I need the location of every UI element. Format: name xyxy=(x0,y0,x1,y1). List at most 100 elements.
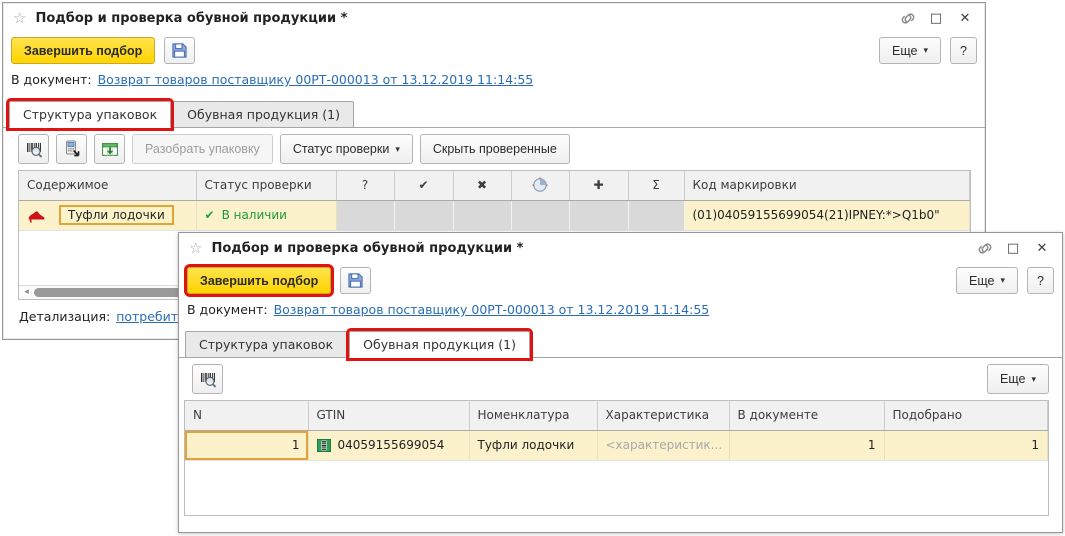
column-header-in-document[interactable]: В документе xyxy=(729,401,884,430)
red-shoe-icon xyxy=(27,208,46,223)
detail-label: Детализация: xyxy=(19,309,110,324)
scan-barcode-button[interactable] xyxy=(18,134,49,164)
marking-code-cell[interactable]: (01)04059155699054(21)IPNEY:*>Q1b0" xyxy=(684,200,970,230)
content-cell[interactable]: Туфли лодочки xyxy=(19,200,196,230)
chevron-down-icon: ▾ xyxy=(1031,374,1036,385)
column-header-nomenclature[interactable]: Номенклатура xyxy=(469,401,597,430)
scroll-left-icon[interactable]: ◂ xyxy=(19,288,34,297)
header-row: N GTIN Номенклатура Характеристика В док… xyxy=(185,401,1048,430)
more-button-label: Еще xyxy=(1000,372,1025,386)
finish-selection-button[interactable]: Завершить подбор xyxy=(187,267,331,294)
titlebar: ☆ Подбор и проверка обувной продукции * … xyxy=(3,3,985,33)
save-button[interactable] xyxy=(164,37,195,64)
get-link-icon[interactable] xyxy=(976,241,994,256)
tab-packing-structure[interactable]: Структура упаковок xyxy=(9,101,171,128)
help-button[interactable]: ? xyxy=(1027,267,1054,294)
empty-cell[interactable] xyxy=(336,200,394,230)
status-cell[interactable]: ✔ В наличии xyxy=(196,200,336,230)
tab-footwear-products[interactable]: Обувная продукция (1) xyxy=(349,331,530,358)
window-title: Подбор и проверка обувной продукции * xyxy=(211,241,523,256)
titlebar: ☆ Подбор и проверка обувной продукции * … xyxy=(179,233,1062,263)
column-header-characteristic[interactable]: Характеристика xyxy=(597,401,729,430)
check-icon: ✔ xyxy=(205,208,215,222)
command-bar: Завершить подбор Еще ▾ ? xyxy=(179,263,1062,300)
check-status-button[interactable]: Статус проверки ▾ xyxy=(280,134,413,164)
column-header-plus-icon[interactable]: ✚ xyxy=(569,171,628,200)
table-toolbar: Разобрать упаковку Статус проверки ▾ Скр… xyxy=(18,134,971,164)
characteristic-cell[interactable]: <характеристик... xyxy=(597,430,729,460)
table-row[interactable]: Туфли лодочки ✔ В наличии xyxy=(19,200,970,230)
check-status-label: Статус проверки xyxy=(293,142,390,156)
maximize-button[interactable]: □ xyxy=(1003,242,1023,255)
document-label: В документ: xyxy=(187,302,268,317)
empty-cell[interactable] xyxy=(453,200,511,230)
favorite-star-icon[interactable]: ☆ xyxy=(13,11,26,26)
column-header-gtin[interactable]: GTIN xyxy=(308,401,469,430)
header-row: Содержимое Статус проверки ? ✔ ✖ xyxy=(19,171,970,200)
document-link[interactable]: Возврат товаров поставщику 00РТ-000013 о… xyxy=(98,72,534,87)
column-header-cross-icon[interactable]: ✖ xyxy=(453,171,511,200)
document-row: В документ: Возврат товаров поставщику 0… xyxy=(3,70,985,91)
in-document-cell[interactable]: 1 xyxy=(729,430,884,460)
column-header-content[interactable]: Содержимое xyxy=(19,171,196,200)
barcode-scan-icon xyxy=(25,140,43,158)
column-header-n[interactable]: N xyxy=(185,401,308,430)
row-number-cell[interactable]: 1 xyxy=(185,430,308,460)
column-header-check-icon[interactable]: ✔ xyxy=(394,171,453,200)
barcode-scan-icon xyxy=(199,370,217,388)
column-header-picked[interactable]: Подобрано xyxy=(884,401,1048,430)
clock-pie-icon xyxy=(532,177,548,193)
empty-cell[interactable] xyxy=(569,200,628,230)
empty-cell[interactable] xyxy=(628,200,684,230)
more-button[interactable]: Еще ▾ xyxy=(956,267,1018,294)
empty-cell[interactable] xyxy=(394,200,453,230)
tab-footwear-products[interactable]: Обувная продукция (1) xyxy=(173,101,354,128)
load-into-table-button[interactable] xyxy=(94,134,125,164)
empty-cell[interactable] xyxy=(511,200,569,230)
hide-checked-button[interactable]: Скрыть проверенные xyxy=(420,134,570,164)
save-button[interactable] xyxy=(340,267,371,294)
tab-bar: Структура упаковок Обувная продукция (1) xyxy=(3,101,985,127)
column-header-marking-code[interactable]: Код маркировки xyxy=(684,171,970,200)
tab-panel-footwear-products: Еще ▾ N GTIN Номенклатура Хар xyxy=(179,357,1062,516)
more-button-label: Еще xyxy=(969,274,994,288)
column-header-status[interactable]: Статус проверки xyxy=(196,171,336,200)
finish-selection-button[interactable]: Завершить подбор xyxy=(11,37,155,64)
tab-packing-structure[interactable]: Структура упаковок xyxy=(185,331,347,358)
close-button[interactable]: ✕ xyxy=(1032,242,1052,255)
table-row[interactable]: 1 xyxy=(185,430,1048,460)
more-button-label: Еще xyxy=(892,44,917,58)
close-button[interactable]: ✕ xyxy=(955,12,975,25)
column-header-unknown[interactable]: ? xyxy=(336,171,394,200)
gtin-barcode-icon xyxy=(317,439,331,452)
document-label: В документ: xyxy=(11,72,92,87)
picked-cell[interactable]: 1 xyxy=(884,430,1048,460)
gtin-value: 04059155699054 xyxy=(338,438,445,452)
chevron-down-icon: ▾ xyxy=(923,45,928,56)
help-button[interactable]: ? xyxy=(950,37,977,64)
gtin-cell[interactable]: 04059155699054 xyxy=(308,430,469,460)
table-toolbar: Еще ▾ xyxy=(184,364,1049,394)
chevron-down-icon: ▾ xyxy=(1000,275,1005,286)
table-import-icon xyxy=(101,141,119,158)
maximize-button[interactable]: □ xyxy=(926,12,946,25)
scan-barcode-button[interactable] xyxy=(192,364,223,394)
nomenclature-cell[interactable]: Туфли лодочки xyxy=(469,430,597,460)
footwear-products-table: N GTIN Номенклатура Характеристика В док… xyxy=(184,400,1049,516)
selected-product-cell[interactable]: Туфли лодочки xyxy=(59,205,174,225)
unpack-button[interactable]: Разобрать упаковку xyxy=(132,134,273,164)
more-button[interactable]: Еще ▾ xyxy=(987,364,1049,394)
tab-bar: Структура упаковок Обувная продукция (1) xyxy=(179,331,1062,357)
document-link[interactable]: Возврат товаров поставщику 00РТ-000013 о… xyxy=(274,302,710,317)
column-header-pending-icon[interactable] xyxy=(511,171,569,200)
data-terminal-button[interactable] xyxy=(56,134,87,164)
chevron-down-icon: ▾ xyxy=(395,144,400,155)
get-link-icon[interactable] xyxy=(899,11,917,26)
column-header-sum[interactable]: Σ xyxy=(628,171,684,200)
window-title: Подбор и проверка обувной продукции * xyxy=(35,11,347,26)
window-pick-check-front: ☆ Подбор и проверка обувной продукции * … xyxy=(178,232,1063,533)
more-button[interactable]: Еще ▾ xyxy=(879,37,941,64)
status-text: В наличии xyxy=(222,208,287,222)
favorite-star-icon[interactable]: ☆ xyxy=(189,241,202,256)
document-row: В документ: Возврат товаров поставщику 0… xyxy=(179,300,1062,321)
